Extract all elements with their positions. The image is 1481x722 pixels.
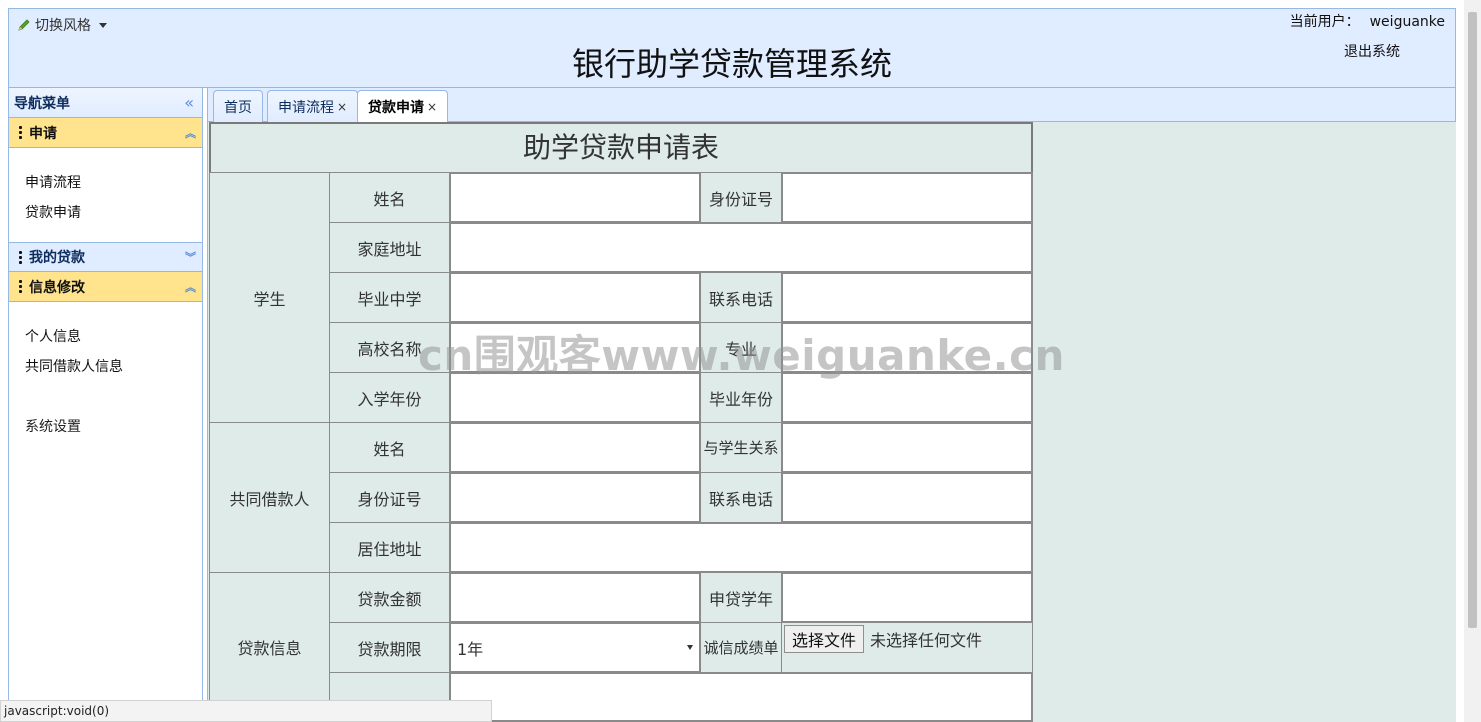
file-status-text: 未选择任何文件 <box>870 631 983 650</box>
vertical-scrollbar[interactable] <box>1464 0 1481 722</box>
label-id-number: 身份证号 <box>700 172 782 223</box>
choose-file-button[interactable]: 选择文件 <box>784 625 865 653</box>
scrollbar-thumb[interactable] <box>1468 12 1477 628</box>
current-user: 当前用户： weiguanke <box>1290 11 1445 31</box>
chevron-down-icon[interactable]: ︾ <box>185 249 196 265</box>
drag-dots-icon <box>19 280 22 293</box>
sidebar: 导航菜单 « 申请 ︽ 申请流程 贷款申请 我的贷款 ︾ 信息修改 ︽ 个人信息… <box>8 88 203 722</box>
label-loan-amount: 贷款金额 <box>329 572 450 623</box>
sidebar-item-coborrower-info[interactable]: 共同借款人信息 <box>25 352 202 382</box>
label-coborrower-id: 身份证号 <box>329 472 450 523</box>
loan-term-select[interactable]: 1年 <box>449 622 701 673</box>
pencil-icon <box>18 19 30 31</box>
label-major: 专业 <box>700 322 782 373</box>
style-switch-label: 切换风格 <box>35 18 91 34</box>
drag-dots-icon <box>19 126 22 139</box>
label-grad-year: 毕业年份 <box>700 372 782 423</box>
group-info-edit-body: 个人信息 共同借款人信息 <box>9 302 202 396</box>
label-apply-year: 申贷学年 <box>700 572 782 623</box>
major-input[interactable] <box>781 322 1033 373</box>
entry-year-input[interactable] <box>449 372 701 423</box>
grad-year-input[interactable] <box>781 372 1033 423</box>
credit-file-field: 选择文件 未选择任何文件 <box>781 622 1033 673</box>
sidebar-item-system-settings[interactable]: 系统设置 <box>25 412 202 442</box>
section-student: 学生 <box>209 172 330 423</box>
current-user-label: 当前用户： <box>1289 14 1360 30</box>
group-apply-header[interactable]: 申请 ︽ <box>9 118 202 148</box>
nav-menu-title: 导航菜单 <box>14 95 70 112</box>
close-icon[interactable]: × <box>427 100 437 114</box>
group-my-loan-title: 我的贷款 <box>29 250 85 266</box>
loan-application-form: 助学贷款申请表 <box>209 122 1033 172</box>
sidebar-extra: 系统设置 <box>9 396 202 442</box>
style-switch-menu[interactable]: 切换风格 <box>17 15 107 35</box>
form-title: 助学贷款申请表 <box>209 122 1033 172</box>
group-info-edit-header[interactable]: 信息修改 ︽ <box>9 272 202 302</box>
browser-status-bar: javascript:void(0) <box>0 700 492 722</box>
drag-dots-icon <box>19 250 22 264</box>
coborrower-phone-input[interactable] <box>781 472 1033 523</box>
tab-home[interactable]: 首页 <box>213 90 263 122</box>
logout-link[interactable]: 退出系统 <box>1344 41 1400 61</box>
label-name: 姓名 <box>329 172 450 223</box>
sidebar-item-loan-apply[interactable]: 贷款申请 <box>25 198 202 228</box>
coborrower-name-input[interactable] <box>449 422 701 473</box>
caret-down-icon <box>99 22 107 28</box>
group-my-loan-header[interactable]: 我的贷款 ︾ <box>9 242 202 272</box>
dropdown-arrow-icon <box>687 645 693 650</box>
close-icon[interactable]: × <box>337 100 347 114</box>
tab-bar: 首页 申请流程 × 贷款申请 × <box>207 88 1456 123</box>
home-address-input[interactable] <box>449 222 1033 273</box>
high-school-input[interactable] <box>449 272 701 323</box>
chevron-up-icon[interactable]: ︽ <box>185 125 196 141</box>
remarks-textarea[interactable] <box>449 672 1033 722</box>
label-college: 高校名称 <box>329 322 450 373</box>
college-input[interactable] <box>449 322 701 373</box>
system-title: 银行助学贷款管理系统 <box>571 45 892 83</box>
residence-input[interactable] <box>449 522 1033 573</box>
loan-amount-input[interactable] <box>449 572 701 623</box>
collapse-left-icon[interactable]: « <box>184 93 194 112</box>
label-residence: 居住地址 <box>329 522 450 573</box>
phone-input[interactable] <box>781 272 1033 323</box>
group-apply-body: 申请流程 贷款申请 <box>9 148 202 242</box>
label-phone: 联系电话 <box>700 272 782 323</box>
coborrower-id-input[interactable] <box>449 472 701 523</box>
tab-loan-apply[interactable]: 贷款申请 × <box>357 90 449 123</box>
loan-term-value: 1年 <box>457 639 484 659</box>
header: 切换风格 银行助学贷款管理系统 当前用户： weiguanke 退出系统 <box>8 8 1456 88</box>
label-entry-year: 入学年份 <box>329 372 450 423</box>
id-number-input[interactable] <box>781 172 1033 223</box>
sidebar-item-personal-info[interactable]: 个人信息 <box>25 322 202 352</box>
label-credit-report: 诚信成绩单 <box>700 622 782 673</box>
name-input[interactable] <box>449 172 701 223</box>
label-home-address: 家庭地址 <box>329 222 450 273</box>
label-loan-term: 贷款期限 <box>329 622 450 673</box>
label-coborrower-phone: 联系电话 <box>700 472 782 523</box>
current-username: weiguanke <box>1369 14 1445 30</box>
chevron-up-icon[interactable]: ︽ <box>185 279 196 295</box>
apply-year-input[interactable] <box>781 572 1033 623</box>
tab-home-label: 首页 <box>224 99 252 116</box>
nav-menu-header: 导航菜单 « <box>9 88 202 118</box>
tab-apply-process-label: 申请流程 <box>278 99 334 116</box>
section-coborrower: 共同借款人 <box>209 422 330 573</box>
sidebar-item-apply-process[interactable]: 申请流程 <box>25 168 202 198</box>
group-apply-title: 申请 <box>29 125 57 142</box>
tab-apply-process[interactable]: 申请流程 × <box>267 90 359 122</box>
label-relation: 与学生关系 <box>700 422 782 473</box>
label-high-school: 毕业中学 <box>329 272 450 323</box>
relation-input[interactable] <box>781 422 1033 473</box>
tab-loan-apply-label: 贷款申请 <box>368 100 424 116</box>
label-coborrower-name: 姓名 <box>329 422 450 473</box>
group-info-edit-title: 信息修改 <box>29 279 85 296</box>
